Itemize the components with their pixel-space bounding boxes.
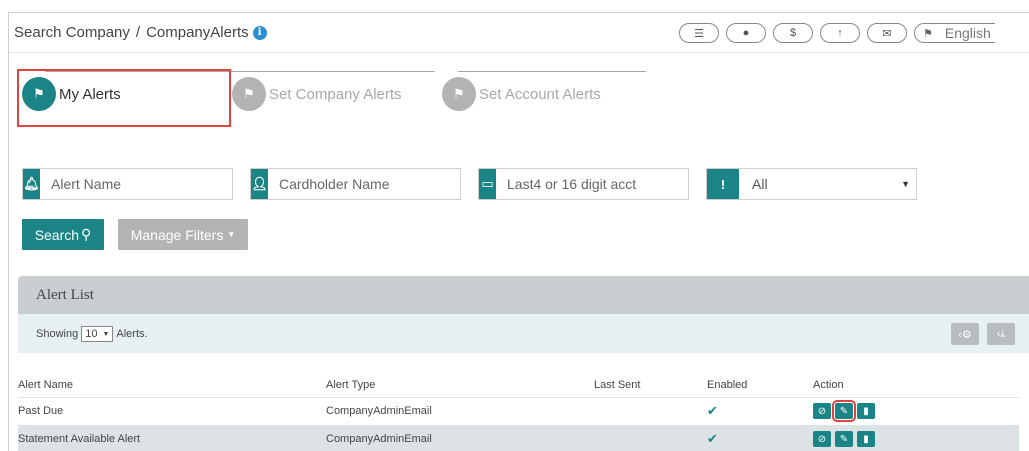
column-header: Action xyxy=(813,374,1019,398)
check-icon: ✔ xyxy=(707,431,718,446)
table-header-row: Alert Name Alert Type Last Sent Enabled … xyxy=(18,374,1019,398)
checklist-icon[interactable]: ☰ xyxy=(679,23,719,43)
alert-name-cell: Statement Available Alert xyxy=(18,425,326,451)
showing-suffix: Alerts. xyxy=(116,328,148,340)
alert-type-cell: CompanyAdminEmail xyxy=(326,405,432,418)
settings-button[interactable]: ‹⚙ xyxy=(951,323,979,345)
breadcrumb-current: CompanyAlerts xyxy=(146,24,249,41)
header-icon-bar: ☰ ● $ ↑ ✉ ⚑ English xyxy=(679,23,995,43)
upload-icon[interactable]: ↑ xyxy=(820,23,860,43)
table-row: Past Due CompanyAdminEmail ✔ ⊘ ✎ ▮ xyxy=(18,397,1019,425)
caret-down-icon: ▼ xyxy=(102,330,110,338)
column-header[interactable]: Alert Name xyxy=(18,374,326,398)
download-icon: ‹⤓ xyxy=(996,327,1006,340)
gear-icon: ‹⚙ xyxy=(958,328,972,341)
exclamation-icon: ! xyxy=(707,169,739,199)
search-button-label: Search xyxy=(34,226,80,243)
enabled-cell: ✔ xyxy=(707,397,813,425)
check-icon: ✔ xyxy=(707,403,718,419)
last-sent-cell xyxy=(594,425,707,451)
manage-filters-label: Manage Filters xyxy=(130,226,224,243)
status-select-value: All xyxy=(752,176,768,192)
account-number-input[interactable] xyxy=(496,169,688,199)
last-sent-cell xyxy=(594,397,707,425)
caret-down-icon: ▼ xyxy=(227,230,236,239)
search-icon: ⚲ xyxy=(81,226,92,242)
disable-button[interactable]: ⊘ xyxy=(813,431,831,447)
top-header: Search Company / CompanyAlerts i ☰ ● $ ↑… xyxy=(9,13,1029,53)
page-size-select[interactable]: 10 ▼ xyxy=(81,326,114,342)
trash-icon: ▮ xyxy=(863,433,869,445)
bell-icon: 🔔︎ xyxy=(23,169,40,199)
info-icon[interactable]: i xyxy=(252,25,267,40)
status-select[interactable]: All ▼ xyxy=(739,169,916,199)
delete-button[interactable]: ▮ xyxy=(857,403,875,420)
tabs-connector-line xyxy=(458,71,646,72)
search-button[interactable]: Search ⚲ xyxy=(22,219,104,250)
tab-set-account-alerts[interactable]: ⚑ Set Account Alerts xyxy=(442,77,601,111)
delete-button[interactable]: ▮ xyxy=(857,431,875,447)
action-cell: ⊘ ✎ ▮ xyxy=(813,425,1019,451)
table-row: Statement Available Alert CompanyAdminEm… xyxy=(18,425,1019,451)
trash-icon: ▮ xyxy=(863,405,869,417)
tab-highlight-box xyxy=(17,69,231,127)
cardholder-name-input[interactable] xyxy=(268,169,460,199)
tab-label: Set Account Alerts xyxy=(479,85,601,103)
breadcrumb-separator: / xyxy=(135,24,141,41)
action-cell: ⊘ ✎ ▮ xyxy=(813,397,1019,425)
user-icon[interactable]: ● xyxy=(726,23,766,43)
status-filter[interactable]: ! All ▼ xyxy=(706,168,917,200)
alert-table: Alert Name Alert Type Last Sent Enabled … xyxy=(18,374,1019,451)
edit-icon: ✎ xyxy=(839,405,849,417)
flag-icon: ⚑ xyxy=(442,77,476,111)
tab-set-company-alerts[interactable]: ⚑ Set Company Alerts xyxy=(232,77,402,111)
showing-prefix: Showing xyxy=(36,328,79,340)
alert-name-filter: 🔔︎ xyxy=(22,168,233,200)
page-size-value: 10 xyxy=(85,328,98,340)
account-filter: ▭ xyxy=(478,168,689,200)
language-selector[interactable]: ⚑ English xyxy=(914,23,995,43)
alert-name-cell: Past Due xyxy=(18,405,64,418)
panel-title: Alert List xyxy=(18,276,1029,314)
ban-icon: ⊘ xyxy=(817,433,827,445)
column-header[interactable]: Enabled xyxy=(707,374,813,398)
edit-button[interactable]: ✎ xyxy=(832,400,856,423)
dollar-icon[interactable]: $ xyxy=(773,23,813,43)
alert-name-input[interactable] xyxy=(40,169,232,199)
caret-down-icon: ▼ xyxy=(901,179,910,189)
breadcrumb: Search Company / CompanyAlerts i xyxy=(14,24,267,41)
flag-icon: ⚑ xyxy=(923,27,933,40)
flag-icon: ⚑ xyxy=(232,77,266,111)
manage-filters-button[interactable]: Manage Filters ▼ xyxy=(118,219,248,250)
cardholder-filter: 👤︎ xyxy=(250,168,461,200)
panel-toolbar: Showing 10 ▼ Alerts. ‹⚙ ‹⤓ xyxy=(18,314,1029,353)
disable-button[interactable]: ⊘ xyxy=(813,403,831,420)
alert-type-cell: CompanyAdminEmail xyxy=(326,425,594,451)
credit-card-icon: ▭ xyxy=(479,169,496,199)
export-button[interactable]: ‹⤓ xyxy=(987,323,1015,345)
language-label: English xyxy=(944,25,991,41)
showing-text: Showing 10 ▼ Alerts. xyxy=(36,326,148,342)
ban-icon: ⊘ xyxy=(817,405,827,417)
edit-button[interactable]: ✎ xyxy=(835,431,853,447)
column-header[interactable]: Alert Type xyxy=(326,374,594,398)
user-icon: 👤︎ xyxy=(251,169,268,199)
edit-icon: ✎ xyxy=(839,433,849,445)
column-header[interactable]: Last Sent xyxy=(594,374,707,398)
mail-icon[interactable]: ✉ xyxy=(867,23,907,43)
enabled-cell: ✔ xyxy=(707,425,813,451)
breadcrumb-root[interactable]: Search Company xyxy=(14,24,130,41)
tab-label: Set Company Alerts xyxy=(269,85,402,103)
